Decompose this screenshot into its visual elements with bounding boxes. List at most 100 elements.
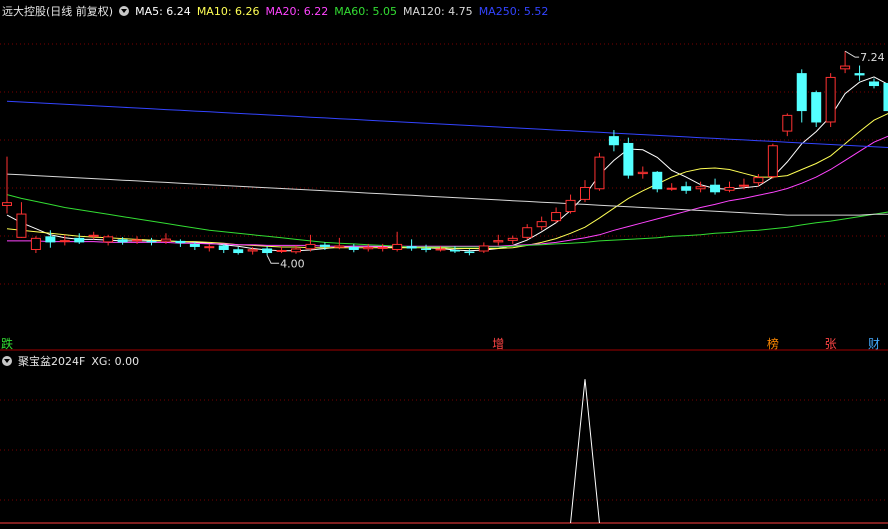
candle-body	[854, 73, 865, 76]
candle-body	[363, 246, 374, 250]
high-marker-line	[844, 50, 860, 58]
candle-body	[811, 92, 822, 123]
candle	[767, 143, 778, 179]
candle	[262, 246, 273, 256]
candle-body	[189, 243, 200, 247]
candle-body	[16, 213, 27, 238]
candle	[478, 242, 489, 254]
candle	[594, 152, 605, 191]
candle	[59, 234, 70, 246]
candle	[348, 243, 359, 253]
candle	[493, 234, 504, 246]
candle-body	[637, 171, 648, 175]
candle	[840, 51, 851, 74]
candle-body	[291, 248, 301, 253]
candle-body	[608, 136, 619, 146]
candle-body	[724, 186, 735, 191]
candle-body	[551, 212, 562, 222]
candle	[88, 231, 99, 240]
candle	[580, 180, 590, 203]
ma-line-ma5	[6, 76, 888, 252]
candle-body	[478, 245, 489, 252]
stock-title: 远大控股(日线 前复权)	[2, 5, 114, 18]
candle-body	[247, 249, 258, 252]
ma-legend-item: MA10: 6.26	[196, 4, 260, 18]
candle	[30, 236, 41, 254]
candle-body	[869, 81, 879, 87]
candle	[175, 239, 186, 247]
signal-label: 增	[492, 337, 504, 351]
candle	[681, 181, 692, 194]
signal-label: 榜	[767, 336, 779, 351]
ma-legend-item: MA250: 5.52	[478, 4, 549, 18]
high-price-label: 7.24	[860, 51, 885, 64]
candle-body	[738, 184, 749, 187]
candle-body	[782, 114, 793, 132]
xg-signal-line	[570, 379, 600, 524]
ma-legend: MA5: 6.24 MA10: 6.26 MA20: 6.22 MA60: 5.05 M…	[135, 5, 548, 18]
main-dropdown-icon[interactable]	[119, 6, 130, 16]
candle-body	[695, 186, 706, 190]
candle-body	[421, 248, 432, 250]
candle	[146, 237, 157, 246]
ma-legend-item: MA20: 6.22	[265, 4, 329, 18]
candle	[103, 234, 114, 246]
candle-body	[623, 142, 634, 176]
candle	[724, 181, 735, 193]
candle	[854, 65, 865, 81]
candle-body	[883, 83, 888, 112]
candle-body	[594, 156, 605, 190]
candle-body	[666, 187, 677, 190]
candle-body	[377, 246, 388, 249]
candle-body	[160, 238, 171, 242]
candle	[74, 233, 85, 244]
candle	[666, 183, 677, 191]
candle	[869, 78, 879, 89]
candle-body	[30, 237, 41, 250]
candle-body	[825, 76, 836, 123]
candle	[392, 231, 403, 252]
ma-line-ma250	[6, 100, 888, 148]
indicator-value: XG: 0.00	[91, 354, 140, 368]
candle-body	[449, 249, 460, 252]
candle-body	[435, 248, 446, 251]
indicator-header: 聚宝盆2024F XG: 0.00	[2, 352, 139, 370]
candle-body	[681, 186, 692, 191]
candle-body	[507, 237, 518, 241]
candle-body	[276, 249, 287, 252]
candle	[551, 207, 562, 223]
candle-body	[233, 249, 244, 254]
candle-body	[146, 240, 157, 243]
ma-legend-item: MA5: 6.24	[135, 4, 191, 18]
candle-body	[175, 240, 186, 244]
candle	[2, 156, 12, 214]
candle-body	[652, 171, 663, 190]
candle	[204, 243, 215, 252]
candle	[623, 137, 634, 179]
main-chart-header: 远大控股(日线 前复权) MA5: 6.24 MA10: 6.26 MA20: 6.…	[2, 2, 548, 20]
candle	[522, 224, 533, 240]
candle-body	[565, 199, 576, 213]
candle	[16, 202, 27, 238]
candle	[782, 113, 793, 137]
candle-body	[218, 245, 229, 250]
candle-body	[262, 248, 273, 254]
candle	[796, 69, 807, 123]
chart-canvas: 7.24 4.00 跌 增 榜 张 财	[0, 43, 888, 524]
candle	[825, 73, 836, 128]
candle	[710, 178, 721, 195]
indicator-dropdown-icon[interactable]	[2, 356, 12, 366]
candle-body	[59, 240, 70, 243]
candle	[305, 234, 316, 252]
candle-body	[580, 186, 590, 200]
candle-body	[536, 221, 547, 228]
low-price-label: 4.00	[280, 257, 305, 270]
candle-body	[334, 245, 345, 248]
candle	[652, 171, 663, 193]
candle-body	[840, 65, 851, 70]
candle	[406, 239, 417, 251]
candle	[233, 246, 244, 255]
candle-body	[464, 251, 475, 254]
candle-body	[88, 234, 99, 237]
candle-body	[103, 236, 114, 243]
